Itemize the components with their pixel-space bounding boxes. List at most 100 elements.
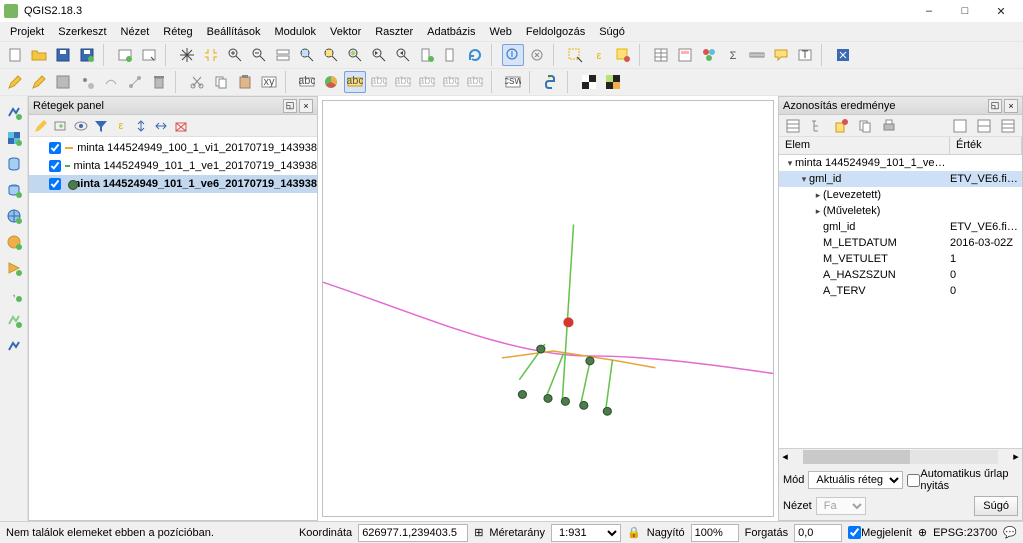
pan-to-selection-button[interactable] <box>200 44 222 66</box>
new-project-button[interactable] <box>4 44 26 66</box>
print-button[interactable] <box>878 115 900 137</box>
magnifier-input[interactable] <box>691 524 739 542</box>
identify-mode-1[interactable] <box>949 115 971 137</box>
filter-legend-button[interactable] <box>92 117 110 135</box>
identify-row[interactable]: ▸(Levezetett) <box>779 187 1022 203</box>
twisty-icon[interactable]: ▾ <box>785 158 795 169</box>
toggle-edit-button[interactable] <box>28 71 50 93</box>
grass-tool-1[interactable] <box>578 71 600 93</box>
add-wms-button[interactable] <box>2 204 26 228</box>
action-button[interactable] <box>526 44 548 66</box>
copy-feature-button[interactable] <box>854 115 876 137</box>
open-project-button[interactable] <box>28 44 50 66</box>
pan-button[interactable] <box>176 44 198 66</box>
scroll-thumb[interactable] <box>803 450 910 464</box>
identify-tree[interactable]: ▾minta 144524949_101_1_ve6_20170719_14… … <box>779 155 1022 448</box>
scroll-left-icon[interactable]: ◂ <box>779 450 791 463</box>
zoom-full-button[interactable] <box>296 44 318 66</box>
identify-hscroll[interactable]: ◂ ▸ <box>779 448 1022 464</box>
twisty-icon[interactable]: ▸ <box>813 206 823 217</box>
manage-visibility-button[interactable] <box>72 117 90 135</box>
render-checkbox[interactable]: Megjelenít <box>848 526 912 539</box>
select-button[interactable] <box>564 44 586 66</box>
diagram-button[interactable] <box>320 71 342 93</box>
minimize-button[interactable]: – <box>911 0 947 22</box>
add-wfs-button[interactable] <box>2 256 26 280</box>
delete-selected-button[interactable] <box>148 71 170 93</box>
scroll-right-icon[interactable]: ▸ <box>1010 450 1022 463</box>
new-bookmark-button[interactable] <box>416 44 438 66</box>
undock-button[interactable]: ◱ <box>283 99 297 113</box>
save-as-button[interactable] <box>76 44 98 66</box>
zoom-next-button[interactable] <box>392 44 414 66</box>
processing-toolbox-button[interactable] <box>698 44 720 66</box>
layer-row[interactable]: minta 144524949_101_1_ve1_20170719_14393… <box>29 157 317 175</box>
lock-icon[interactable]: 🔒 <box>627 526 641 539</box>
twisty-icon[interactable]: ▸ <box>813 190 823 201</box>
menu-item[interactable]: Vektor <box>324 24 367 40</box>
identify-mode-2[interactable] <box>973 115 995 137</box>
identify-row[interactable]: A_TERV 0 <box>779 283 1022 299</box>
copy-button[interactable] <box>210 71 232 93</box>
maximize-button[interactable]: □ <box>947 0 983 22</box>
label-tool-4[interactable]: abc <box>440 71 462 93</box>
identify-row[interactable]: ▸(Műveletek) <box>779 203 1022 219</box>
attribute-table-button[interactable] <box>650 44 672 66</box>
menu-item[interactable]: Web <box>483 24 517 40</box>
crs-icon[interactable]: ⊕ <box>918 526 927 539</box>
deselect-button[interactable] <box>612 44 634 66</box>
add-feature-button[interactable] <box>76 71 98 93</box>
col-elem[interactable]: Elem <box>779 137 950 154</box>
identify-row[interactable]: A_HASZSZUN 0 <box>779 267 1022 283</box>
composer-manager-button[interactable] <box>138 44 160 66</box>
add-delimited-button[interactable]: , <box>2 282 26 306</box>
zoom-out-button[interactable] <box>248 44 270 66</box>
map-tips-button[interactable] <box>770 44 792 66</box>
layer-checkbox[interactable] <box>49 178 61 190</box>
clear-results-button[interactable] <box>830 115 852 137</box>
col-value[interactable]: Érték <box>950 137 1022 154</box>
label-tool-2[interactable]: abc <box>392 71 414 93</box>
zoom-native-button[interactable] <box>272 44 294 66</box>
identify-row[interactable]: ▾gml_id ETV_VE6.fid--2 <box>779 171 1022 187</box>
expand-all-button[interactable] <box>132 117 150 135</box>
field-calc-button[interactable] <box>674 44 696 66</box>
cut-button[interactable] <box>186 71 208 93</box>
add-raster-button[interactable] <box>2 126 26 150</box>
label-tool-1[interactable]: abc <box>368 71 390 93</box>
add-virtual-button[interactable] <box>2 308 26 332</box>
new-shapefile-button[interactable] <box>2 334 26 358</box>
refresh-button[interactable] <box>464 44 486 66</box>
measure-button[interactable] <box>746 44 768 66</box>
add-group-button[interactable] <box>52 117 70 135</box>
zoom-selection-button[interactable] <box>320 44 342 66</box>
save-button[interactable] <box>52 44 74 66</box>
add-spatialite-button[interactable] <box>2 152 26 176</box>
menu-item[interactable]: Projekt <box>4 24 50 40</box>
grass-tool-2[interactable] <box>602 71 624 93</box>
identify-button[interactable]: i <box>502 44 524 66</box>
menu-item[interactable]: Raszter <box>369 24 419 40</box>
rotation-input[interactable] <box>794 524 842 542</box>
label-abc-button[interactable]: abc <box>296 71 318 93</box>
layer-row[interactable]: minta 144524949_101_1_ve6_20170719_14393… <box>29 175 317 193</box>
csw-button[interactable]: csw <box>502 71 524 93</box>
coord-input[interactable] <box>358 524 468 542</box>
print-composer-button[interactable] <box>114 44 136 66</box>
node-tool-button[interactable] <box>124 71 146 93</box>
mode-select[interactable]: Aktuális réteg <box>808 471 903 489</box>
identify-row[interactable]: M_LETDATUM 2016-03-02Z <box>779 235 1022 251</box>
crs-label[interactable]: EPSG:23700 <box>933 527 997 539</box>
view-tree-button[interactable] <box>806 115 828 137</box>
collapse-all-button[interactable] <box>152 117 170 135</box>
style-button[interactable] <box>32 117 50 135</box>
close-panel-button[interactable]: × <box>299 99 313 113</box>
menu-item[interactable]: Nézet <box>115 24 156 40</box>
identify-mode-3[interactable] <box>997 115 1019 137</box>
xy-button[interactable]: xy <box>258 71 280 93</box>
select-expression-button[interactable]: ε <box>588 44 610 66</box>
messages-icon[interactable]: 💬 <box>1003 526 1017 539</box>
plugin-button[interactable] <box>832 44 854 66</box>
show-bookmarks-button[interactable] <box>440 44 462 66</box>
identify-row[interactable]: M_VETULET 1 <box>779 251 1022 267</box>
